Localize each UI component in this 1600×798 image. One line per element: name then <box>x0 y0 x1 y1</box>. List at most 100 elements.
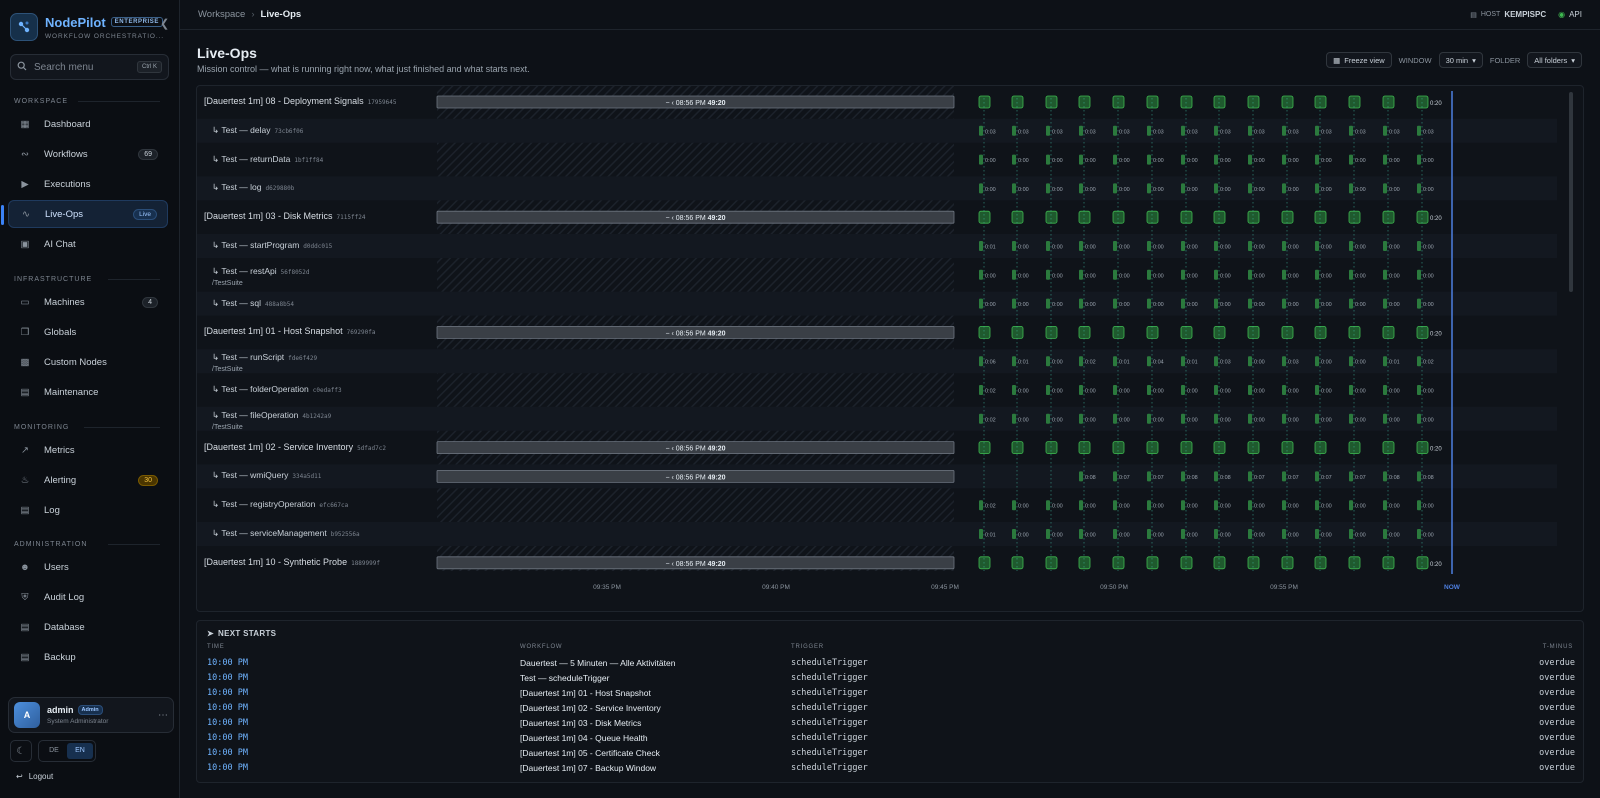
row-hash: 73cb6f06 <box>274 127 304 135</box>
node-execution-mark <box>1079 500 1083 511</box>
execution-block <box>1314 441 1327 455</box>
node-row-label[interactable]: ↳ Test — runScript fde6f429 <box>212 352 317 363</box>
node-row-label[interactable]: ↳ Test — log d629880b <box>212 182 294 193</box>
execution-block <box>978 441 991 455</box>
node-execution-mark <box>1383 298 1387 309</box>
execution-block <box>1348 95 1361 109</box>
node-duration-label: 0:07 <box>1254 475 1265 481</box>
user-card[interactable]: A admin Admin System Administrator ⋯ <box>8 697 174 733</box>
next-start-row[interactable]: 10:00 PM [Dauertest 1m] 07 - Backup Windo… <box>197 763 1585 778</box>
row-hash: efc667ca <box>319 502 349 510</box>
node-row-label[interactable]: ↳ Test — serviceManagement b952556a <box>212 528 360 539</box>
node-duration-label: 0:00 <box>1321 533 1332 539</box>
sidebar-item-workflows[interactable]: ∾ Workflows 69 <box>8 140 168 168</box>
workflow-row-label[interactable]: [Dauertest 1m] 02 - Service Inventory 5df… <box>204 442 386 452</box>
execution-block <box>1011 441 1024 455</box>
window-select[interactable]: 30 min ▾ <box>1438 52 1483 68</box>
node-execution-mark <box>1079 529 1083 539</box>
node-execution-mark <box>1147 241 1151 251</box>
next-start-row[interactable]: 10:00 PM [Dauertest 1m] 01 - Host Snapsho… <box>197 688 1585 703</box>
database-icon: ▤ <box>20 621 30 633</box>
node-duration-label: 0:00 <box>1085 187 1096 193</box>
section-label-administration: ADMINISTRATION <box>14 540 88 548</box>
node-row-label[interactable]: ↳ Test — fileOperation 4b1242a9 <box>212 410 331 421</box>
theme-toggle-button[interactable]: ☾ <box>10 740 32 762</box>
next-start-row[interactable]: 10:00 PM Dauertest — 5 Minuten — Alle Akt… <box>197 658 1585 673</box>
node-duration-label: 0:00 <box>1254 417 1265 423</box>
sidebar-item-backup[interactable]: ▤ Backup <box>8 643 168 671</box>
node-row-label[interactable]: ↳ Test — registryOperation efc667ca <box>212 499 348 510</box>
node-execution-mark <box>1248 529 1252 539</box>
node-row-label[interactable]: ↳ Test — startProgram d0ddc015 <box>212 240 332 251</box>
sidebar-item-users[interactable]: ☻ Users <box>8 553 168 581</box>
sidebar-item-custom-nodes[interactable]: ▩ Custom Nodes <box>8 348 168 376</box>
node-row-label[interactable]: ↳ Test — wmiQuery 334a5d11 <box>212 470 321 481</box>
node-duration-label: 0:00 <box>1153 302 1164 308</box>
sidebar-item-executions[interactable]: ▶ Executions <box>8 170 168 198</box>
more-icon[interactable]: ⋯ <box>158 710 168 721</box>
sidebar-item-alerting[interactable]: ♨ Alerting 30 <box>8 466 168 494</box>
node-duration-label: 0:01 <box>985 533 996 539</box>
search-input[interactable]: Search menu Ctrl K <box>10 54 169 80</box>
next-start-row[interactable]: 10:00 PM [Dauertest 1m] 02 - Service Inve… <box>197 703 1585 718</box>
node-execution-mark <box>1315 241 1319 251</box>
node-duration-label: 0:00 <box>985 187 996 193</box>
execution-block <box>1112 441 1125 455</box>
collapse-sidebar-icon[interactable]: ❮ <box>160 17 169 30</box>
node-row-label[interactable]: ↳ Test — delay 73cb6f06 <box>212 125 303 136</box>
node-execution-mark <box>1147 154 1151 165</box>
node-execution-mark <box>1214 269 1218 280</box>
sidebar-item-audit-log[interactable]: ⛨ Audit Log <box>8 583 168 611</box>
node-row-label[interactable]: ↳ Test — folderOperation c0edaff3 <box>212 384 342 395</box>
row-hash: d0ddc015 <box>303 243 333 250</box>
node-execution-mark <box>1282 385 1286 395</box>
node-duration-label: 0:00 <box>1389 504 1400 510</box>
node-execution-mark <box>1282 241 1286 251</box>
node-row-label[interactable]: ↳ Test — restApi 56f8052d <box>212 266 310 277</box>
node-execution-mark <box>1181 529 1185 539</box>
freeze-icon: ▦ <box>1333 55 1341 65</box>
logout-button[interactable]: ↩ Logout <box>16 772 53 781</box>
node-duration-label: 0:00 <box>1052 504 1063 510</box>
next-starts-title-text: NEXT STARTS <box>218 629 277 638</box>
child-arrow-icon: ↳ <box>212 153 222 164</box>
sidebar-item-machines[interactable]: ▭ Machines 4 <box>8 288 168 316</box>
workflow-row-label[interactable]: [Dauertest 1m] 03 - Disk Metrics 7115ff24 <box>204 211 365 221</box>
node-execution-mark <box>1046 241 1050 251</box>
role-badge: Admin <box>77 705 103 715</box>
users-icon: ☻ <box>20 561 30 573</box>
workflow-row-label[interactable]: [Dauertest 1m] 08 - Deployment Signals 17… <box>204 96 396 106</box>
lang-en-button[interactable]: EN <box>67 743 93 759</box>
workflow-row-label[interactable]: [Dauertest 1m] 10 - Synthetic Probe 18899… <box>204 557 380 567</box>
start-time: 10:00 PM <box>207 733 248 743</box>
trigger-type: scheduleTrigger <box>791 703 868 713</box>
sidebar-item-maintenance[interactable]: ▤ Maintenance <box>8 378 168 406</box>
node-execution-mark <box>1315 298 1319 309</box>
node-duration-label: 0:00 <box>1355 273 1366 279</box>
sidebar-item-globals[interactable]: ❒ Globals <box>8 318 168 346</box>
next-start-row[interactable]: 10:00 PM [Dauertest 1m] 04 - Queue Health… <box>197 733 1585 748</box>
folder-select[interactable]: All folders ▾ <box>1527 52 1582 68</box>
node-duration-label: 0:00 <box>1052 360 1063 366</box>
next-start-row[interactable]: 10:00 PM [Dauertest 1m] 05 - Certificate … <box>197 748 1585 763</box>
sidebar-item-metrics[interactable]: ↗ Metrics <box>8 436 168 464</box>
sidebar-item-ai-chat[interactable]: ▣ AI Chat <box>8 230 168 258</box>
breadcrumb-workspace[interactable]: Workspace <box>198 9 245 20</box>
node-duration-label: 0:00 <box>1288 245 1299 251</box>
node-row-label[interactable]: ↳ Test — sql 488a8b54 <box>212 298 294 309</box>
sidebar-item-database[interactable]: ▤ Database <box>8 613 168 641</box>
sidebar-item-live-ops[interactable]: ∿ Live-Ops Live <box>1 200 168 228</box>
workflow-row-label[interactable]: [Dauertest 1m] 01 - Host Snapshot 769290f… <box>204 326 375 336</box>
node-row-label[interactable]: ↳ Test — returnData 1bf1ff84 <box>212 154 323 165</box>
running-duration: 49:20 <box>708 561 726 568</box>
freeze-view-button[interactable]: ▦ Freeze view <box>1326 52 1392 68</box>
next-start-row[interactable]: 10:00 PM Test — scheduleTrigger scheduleTr… <box>197 673 1585 688</box>
node-execution-mark <box>1214 125 1218 136</box>
lang-de-button[interactable]: DE <box>41 743 67 759</box>
node-execution-mark <box>1315 154 1319 165</box>
sidebar-item-log[interactable]: ▤ Log <box>8 496 168 524</box>
brand[interactable]: NodePilot ENTERPRISE WORKFLOW ORCHESTRATI… <box>0 0 179 54</box>
next-start-row[interactable]: 10:00 PM [Dauertest 1m] 03 - Disk Metrics… <box>197 718 1585 733</box>
node-execution-mark <box>1181 125 1185 136</box>
sidebar-item-dashboard[interactable]: ▦ Dashboard <box>8 110 168 138</box>
